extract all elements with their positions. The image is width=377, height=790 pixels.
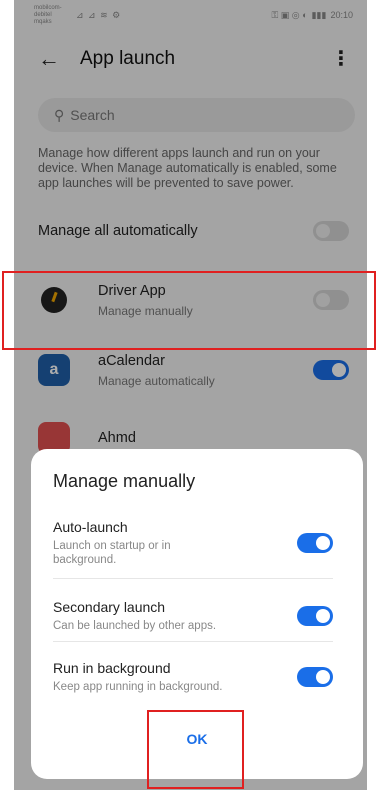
ok-button[interactable]: OK bbox=[31, 731, 363, 747]
option-subtitle: Can be launched by other apps. bbox=[53, 620, 217, 632]
option-title: Run in background bbox=[53, 660, 171, 676]
manage-manually-dialog: Manage manually Auto-launch Launch on st… bbox=[31, 449, 363, 779]
option-subtitle: Launch on startup or in background. bbox=[53, 540, 171, 566]
option-title: Auto-launch bbox=[53, 519, 128, 535]
secondary-launch-toggle[interactable] bbox=[297, 606, 333, 626]
divider bbox=[53, 578, 333, 579]
option-run-in-background[interactable]: Run in background Keep app running in ba… bbox=[31, 654, 363, 700]
option-subtitle: Keep app running in background. bbox=[53, 681, 223, 693]
option-title: Secondary launch bbox=[53, 599, 166, 615]
option-secondary-launch[interactable]: Secondary launch Can be launched by othe… bbox=[31, 591, 363, 641]
dialog-title: Manage manually bbox=[53, 471, 196, 491]
divider bbox=[53, 641, 333, 642]
option-auto-launch[interactable]: Auto-launch Launch on startup or in back… bbox=[31, 518, 363, 568]
run-in-background-toggle[interactable] bbox=[297, 667, 333, 687]
auto-launch-toggle[interactable] bbox=[297, 533, 333, 553]
